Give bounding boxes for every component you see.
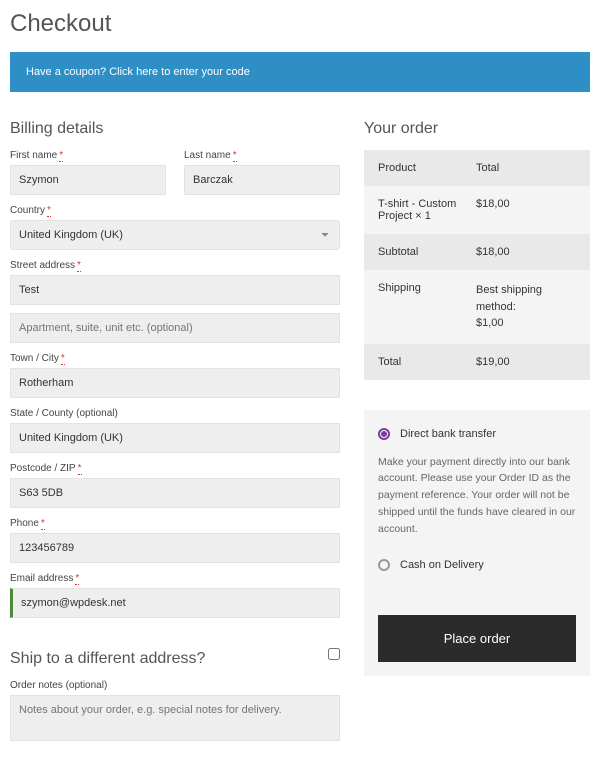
radio-selected-icon: [378, 428, 390, 440]
billing-heading: Billing details: [10, 120, 340, 138]
order-item-name: T-shirt - Custom Project × 1: [378, 198, 476, 222]
country-label: Country*: [10, 205, 340, 216]
ship-diff-checkbox[interactable]: [328, 648, 340, 660]
state-label: State / County (optional): [10, 408, 340, 419]
country-select[interactable]: United Kingdom (UK): [10, 220, 340, 250]
ship-diff-heading: Ship to a different address?: [10, 650, 205, 668]
street-label: Street address*: [10, 260, 340, 271]
payment-methods: Direct bank transfer Make your payment d…: [364, 410, 590, 677]
payment-cod-option[interactable]: Cash on Delivery: [378, 555, 576, 575]
coupon-link[interactable]: Click here to enter your code: [109, 66, 250, 78]
payment-bank-option[interactable]: Direct bank transfer: [378, 424, 576, 444]
place-order-button[interactable]: Place order: [378, 615, 576, 662]
first-name-label: First name*: [10, 150, 166, 161]
order-head-product: Product: [378, 162, 476, 174]
last-name-input[interactable]: [184, 165, 340, 195]
total-value: $19,00: [476, 356, 576, 368]
city-label: Town / City*: [10, 353, 340, 364]
coupon-notice: Have a coupon? Click here to enter your …: [10, 52, 590, 92]
state-input[interactable]: [10, 423, 340, 453]
order-head-total: Total: [476, 162, 576, 174]
last-name-label: Last name*: [184, 150, 340, 161]
postcode-label: Postcode / ZIP*: [10, 463, 340, 474]
coupon-prompt: Have a coupon?: [26, 66, 106, 78]
phone-input[interactable]: [10, 533, 340, 563]
phone-label: Phone*: [10, 518, 340, 529]
order-heading: Your order: [364, 120, 590, 138]
street-input-1[interactable]: [10, 275, 340, 305]
shipping-value: Best shipping method: $1,00: [476, 282, 576, 332]
page-title: Checkout: [10, 10, 590, 38]
first-name-input[interactable]: [10, 165, 166, 195]
total-label: Total: [378, 356, 476, 368]
email-label: Email address*: [10, 573, 340, 584]
subtotal-value: $18,00: [476, 246, 576, 258]
order-notes-label: Order notes (optional): [10, 680, 340, 691]
email-input[interactable]: [10, 588, 340, 618]
order-item-total: $18,00: [476, 198, 576, 222]
street-input-2[interactable]: [10, 313, 340, 343]
shipping-label: Shipping: [378, 282, 476, 332]
payment-bank-desc: Make your payment directly into our bank…: [378, 444, 576, 556]
radio-unselected-icon: [378, 559, 390, 571]
city-input[interactable]: [10, 368, 340, 398]
postcode-input[interactable]: [10, 478, 340, 508]
subtotal-label: Subtotal: [378, 246, 476, 258]
order-summary: Product Total T-shirt - Custom Project ×…: [364, 150, 590, 380]
order-notes-textarea[interactable]: [10, 695, 340, 741]
